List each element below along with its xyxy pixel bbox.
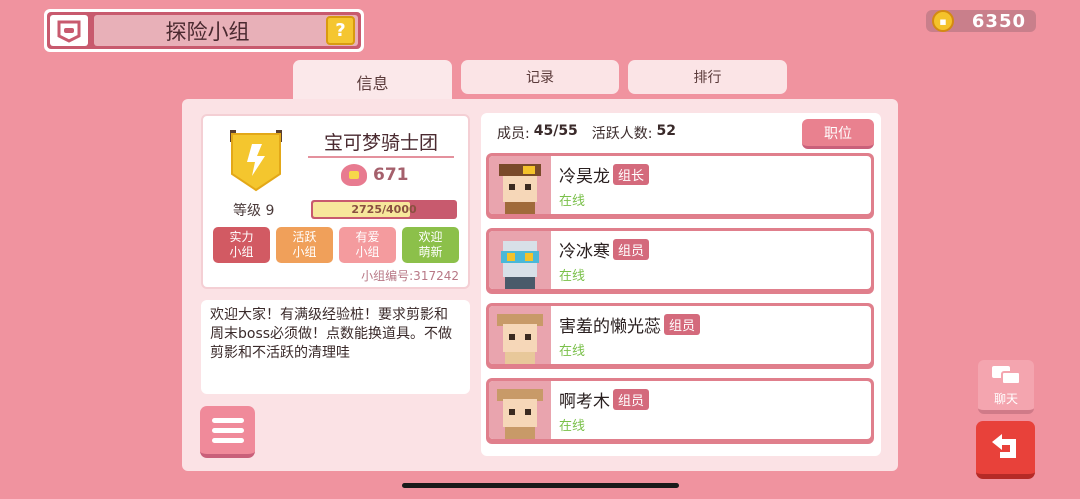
group-description: 欢迎大家！有满级经验桩！要求剪影和周末boss必须做！点数能换道具。不做剪影和不… — [201, 300, 470, 394]
member-row[interactable]: 冷昊龙 组长 在线 — [486, 153, 874, 219]
active-count: 52 — [656, 123, 676, 139]
tag-strength: 实力 小组 — [213, 227, 270, 263]
online-status: 在线 — [559, 269, 586, 284]
avatar — [489, 381, 551, 439]
member-row[interactable]: 啊考木 组员 在线 — [486, 378, 874, 444]
online-status: 在线 — [559, 344, 586, 359]
chat-button[interactable]: 聊天 — [978, 360, 1034, 414]
online-status: 在线 — [559, 419, 586, 434]
role-tag: 组员 — [664, 314, 701, 335]
member-row[interactable]: 害羞的懒光蕊 组员 在线 — [486, 303, 874, 369]
members-summary: 成员: 45/55 活跃人数: 52 — [497, 123, 676, 142]
xp-text: 2725/4000 — [351, 203, 417, 216]
tag-welcome-newbie: 欢迎 萌新 — [402, 227, 459, 263]
team-coin-icon: ▪ — [932, 10, 954, 32]
trophy-shield-icon — [341, 164, 367, 186]
menu-icon — [211, 417, 244, 423]
avatar — [489, 156, 551, 214]
member-name: 冷昊龙 — [559, 167, 610, 187]
menu-button[interactable] — [200, 406, 255, 458]
role-tag: 组员 — [613, 239, 650, 260]
back-button[interactable] — [976, 421, 1035, 479]
page-title: 探险小组 — [165, 19, 250, 44]
role-tag: 组员 — [613, 389, 650, 410]
currency-value: 6350 — [971, 10, 1026, 32]
online-status: 在线 — [559, 194, 586, 209]
currency-display: ▪ 6350 — [926, 10, 1036, 32]
help-button[interactable]: ? — [326, 16, 355, 45]
group-name: 宝可梦骑士团 — [308, 126, 454, 158]
tag-active: 活跃 小组 — [276, 227, 333, 263]
member-name: 冷冰寒 — [559, 242, 610, 262]
tab-info[interactable]: 信息 — [293, 60, 452, 104]
role-tag: 组长 — [613, 164, 650, 185]
group-id: 小组编号:317242 — [361, 269, 459, 283]
home-indicator — [402, 483, 679, 488]
member-name: 害羞的懒光蕊 — [559, 317, 661, 337]
group-info-card: 宝可梦骑士团 671 等级 9 2725/4000 实力 小组 活跃 小组 有爱… — [201, 114, 470, 289]
lightning-emblem-icon — [228, 128, 284, 192]
role-button[interactable]: 职位 — [802, 119, 874, 149]
group-header: 探险小组 ? — [44, 9, 364, 52]
member-row[interactable]: 冷冰寒 组员 在线 — [486, 228, 874, 294]
chat-label: 聊天 — [993, 391, 1018, 406]
chat-bubbles-icon — [992, 365, 1021, 385]
group-level: 等级 9 — [233, 203, 275, 219]
group-score-value: 671 — [373, 165, 409, 185]
tab-ranking[interactable]: 排行 — [628, 60, 787, 94]
members-panel: 成员: 45/55 活跃人数: 52 职位 冷昊龙 组长 在线 冷冰寒 组员 在… — [481, 113, 881, 456]
tag-friendly: 有爱 小组 — [339, 227, 396, 263]
members-count: 45/55 — [533, 123, 578, 139]
group-badge-icon — [50, 15, 88, 46]
xp-progress-bar: 2725/4000 — [311, 200, 457, 219]
return-arrow-icon — [991, 433, 1016, 458]
tab-records[interactable]: 记录 — [461, 60, 619, 94]
group-score: 671 — [341, 164, 409, 186]
member-name: 啊考木 — [559, 392, 610, 412]
avatar — [489, 306, 551, 364]
avatar — [489, 231, 551, 289]
